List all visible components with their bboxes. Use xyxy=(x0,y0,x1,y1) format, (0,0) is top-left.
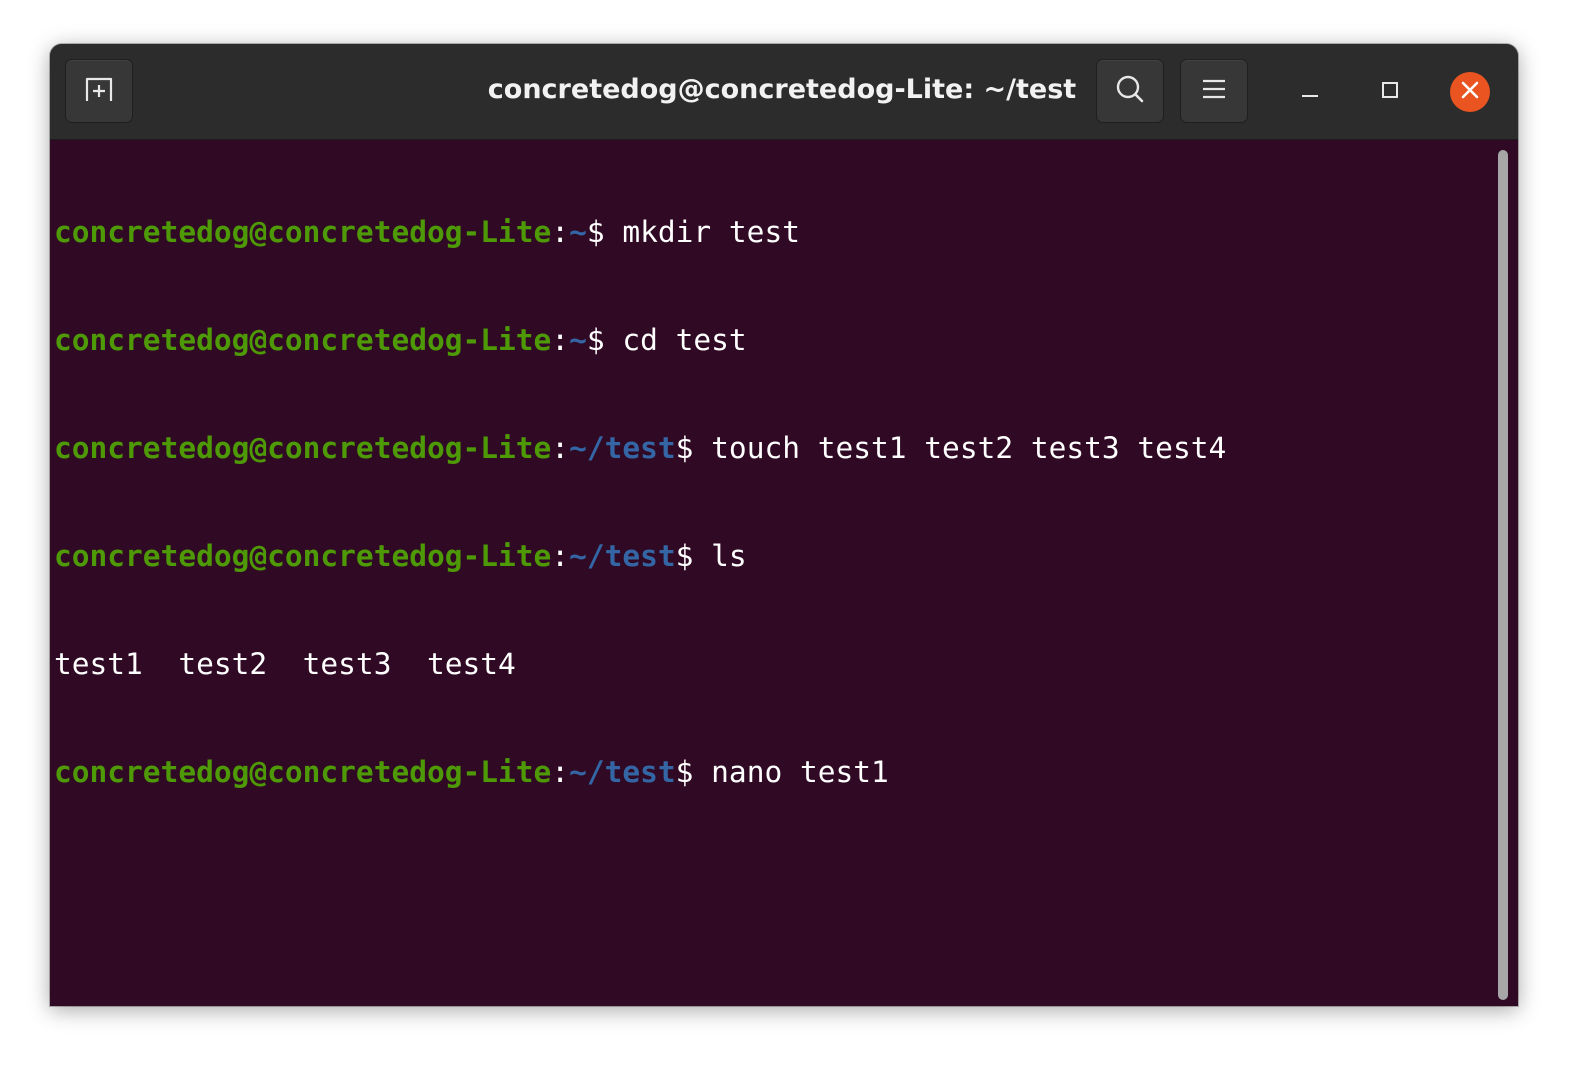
prompt-symbol: $ xyxy=(675,431,694,465)
terminal-line: concretedog@concretedog-Lite:~/test$ tou… xyxy=(54,430,1226,466)
prompt-user: concretedog@concretedog-Lite xyxy=(54,215,552,249)
terminal-area[interactable]: concretedog@concretedog-Lite:~$ mkdir te… xyxy=(50,140,1518,1006)
prompt-path: ~/test xyxy=(569,755,676,789)
close-button[interactable] xyxy=(1450,72,1490,112)
hamburger-menu-icon xyxy=(1201,77,1227,105)
maximize-icon xyxy=(1380,80,1400,104)
prompt-separator: : xyxy=(551,755,570,789)
prompt-user: concretedog@concretedog-Lite xyxy=(54,539,552,573)
terminal-line: concretedog@concretedog-Lite:~/test$ ls xyxy=(54,538,1226,574)
prompt-path: ~ xyxy=(569,323,587,357)
command-text: ls xyxy=(693,539,747,573)
header-bar: concretedog@concretedog-Lite: ~/test xyxy=(50,44,1518,140)
prompt-path: ~/test xyxy=(569,431,676,465)
terminal-line: concretedog@concretedog-Lite:~$ cd test xyxy=(54,322,1226,358)
prompt-separator: : xyxy=(551,539,570,573)
prompt-user: concretedog@concretedog-Lite xyxy=(54,323,552,357)
prompt-symbol: $ xyxy=(586,215,605,249)
scrollbar[interactable] xyxy=(1498,150,1508,1000)
terminal-line: concretedog@concretedog-Lite:~/test$ nan… xyxy=(54,754,1226,790)
prompt-path: ~ xyxy=(569,215,587,249)
command-text: nano test1 xyxy=(693,755,889,789)
command-text: cd test xyxy=(604,323,747,357)
terminal-output: concretedog@concretedog-Lite:~$ mkdir te… xyxy=(54,142,1226,862)
prompt-separator: : xyxy=(551,215,570,249)
prompt-symbol: $ xyxy=(675,755,694,789)
search-icon xyxy=(1114,73,1146,109)
minimize-button[interactable] xyxy=(1290,72,1330,112)
prompt-user: concretedog@concretedog-Lite xyxy=(54,431,552,465)
menu-button[interactable] xyxy=(1180,59,1248,123)
close-icon xyxy=(1461,81,1479,103)
terminal-window: concretedog@concretedog-Lite: ~/test con… xyxy=(50,44,1518,1006)
prompt-separator: : xyxy=(551,323,570,357)
command-output: test1 test2 test3 test4 xyxy=(54,647,516,681)
command-text: mkdir test xyxy=(604,215,800,249)
minimize-icon xyxy=(1300,80,1320,104)
search-button[interactable] xyxy=(1096,59,1164,123)
command-text: touch test1 test2 test3 test4 xyxy=(693,431,1227,465)
terminal-line: test1 test2 test3 test4 xyxy=(54,646,1226,682)
maximize-button[interactable] xyxy=(1370,72,1410,112)
prompt-symbol: $ xyxy=(586,323,605,357)
prompt-symbol: $ xyxy=(675,539,694,573)
prompt-separator: : xyxy=(551,431,570,465)
terminal-line: concretedog@concretedog-Lite:~$ mkdir te… xyxy=(54,214,1226,250)
prompt-path: ~/test xyxy=(569,539,676,573)
prompt-user: concretedog@concretedog-Lite xyxy=(54,755,552,789)
